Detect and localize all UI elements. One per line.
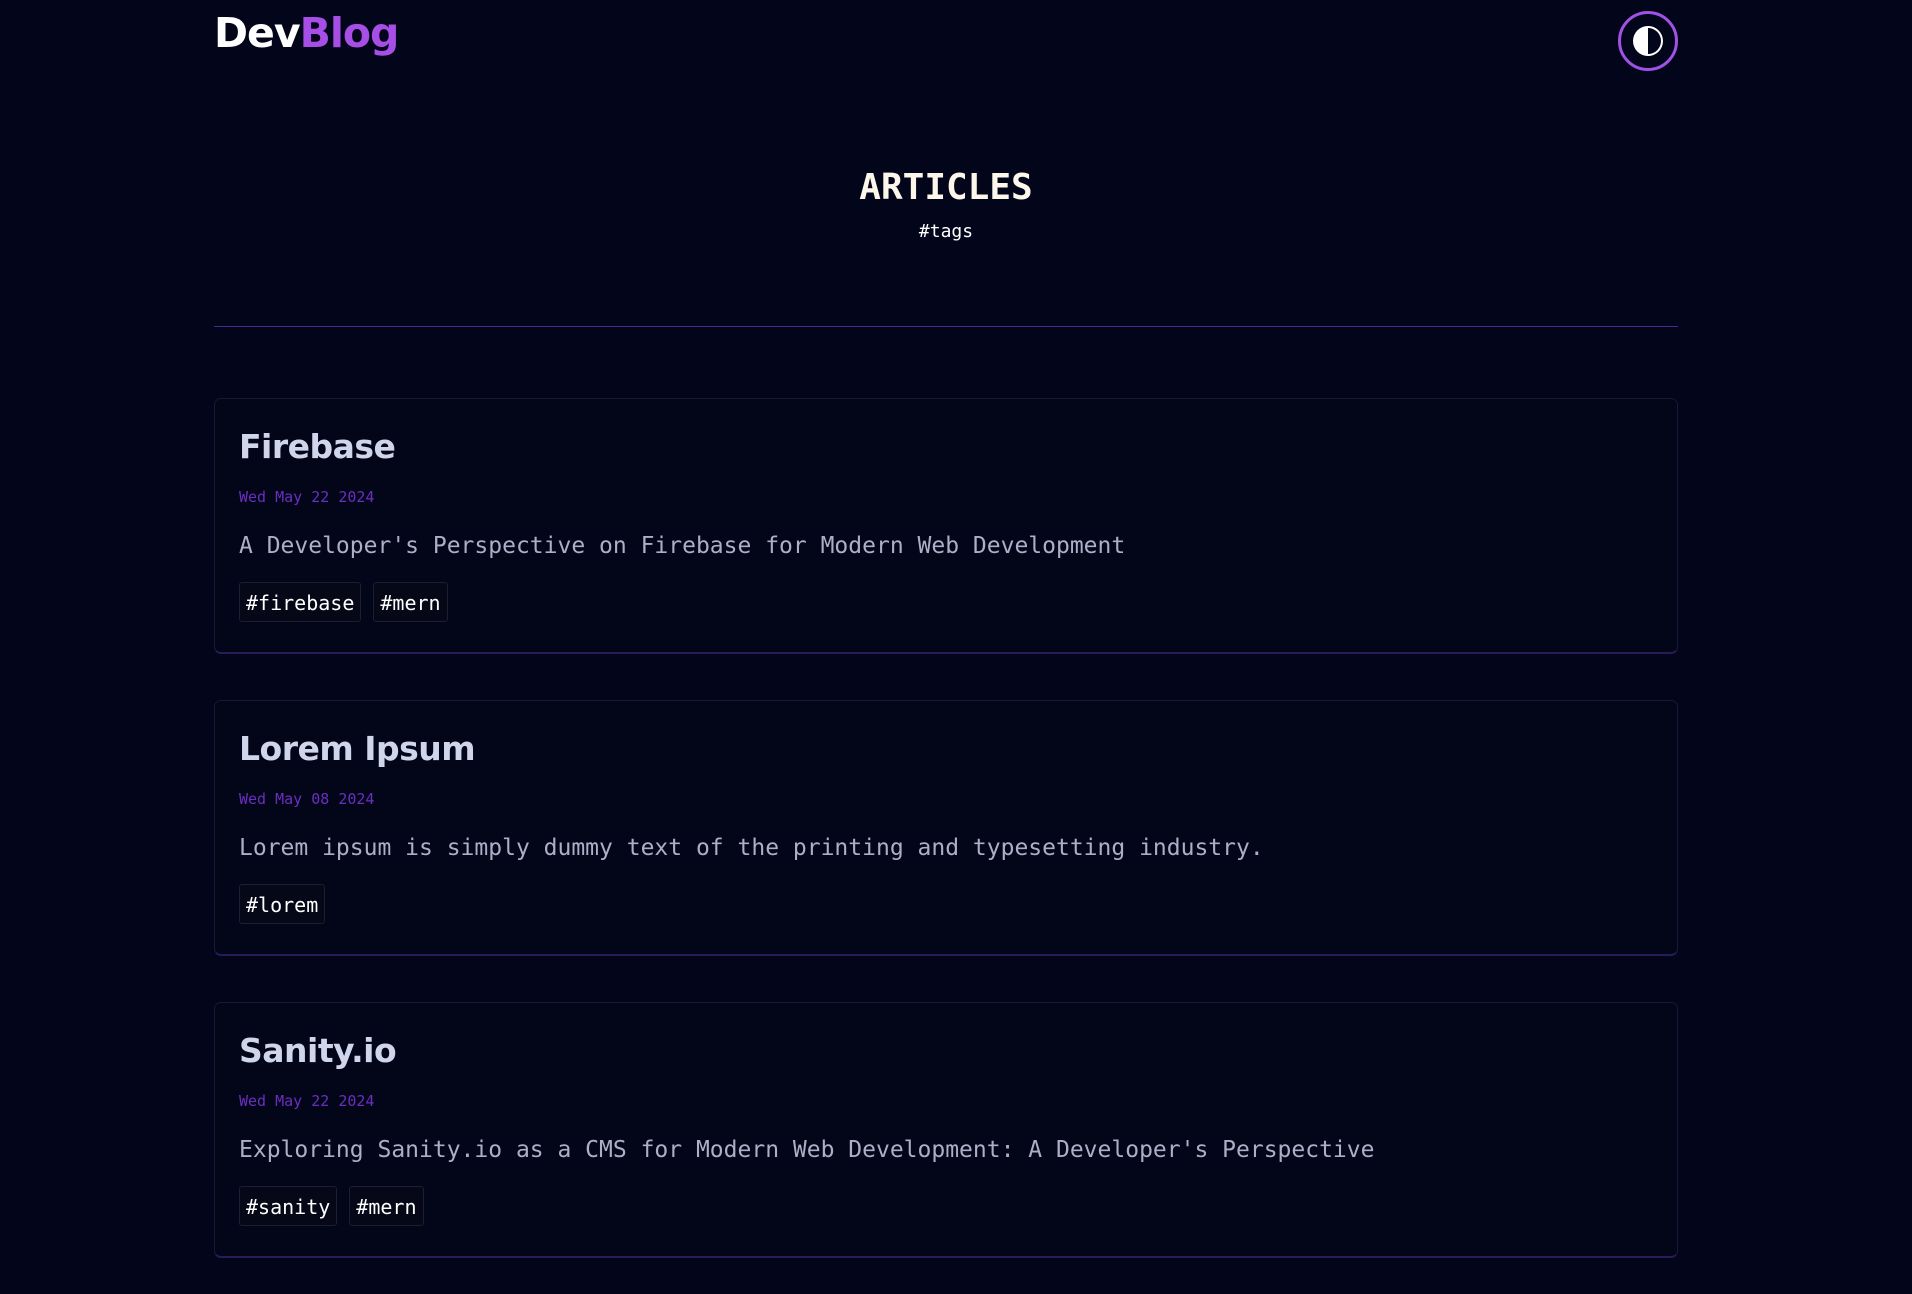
page-subtitle: #tags	[918, 221, 974, 242]
article-title[interactable]: Firebase	[239, 427, 1653, 467]
tag[interactable]: #mern	[373, 582, 448, 622]
article-card[interactable]: Firebase Wed May 22 2024 A Developer's P…	[214, 398, 1678, 654]
page-container: DevBlog ARTICLES #tags Firebase Wed May …	[214, 0, 1678, 1258]
tag[interactable]: #firebase	[239, 582, 362, 622]
article-description: A Developer's Perspective on Firebase fo…	[239, 533, 1126, 559]
article-description: Exploring Sanity.io as a CMS for Modern …	[239, 1137, 1375, 1163]
site-logo[interactable]: DevBlog	[214, 8, 400, 58]
logo-text-dev: Dev	[214, 9, 301, 57]
article-date: Wed May 08 2024	[239, 790, 375, 808]
tag[interactable]: #sanity	[239, 1186, 338, 1226]
article-date: Wed May 22 2024	[239, 488, 375, 506]
tag-list: #firebase #mern	[239, 582, 1653, 622]
tag-list: #sanity #mern	[239, 1186, 1653, 1226]
article-title[interactable]: Lorem Ipsum	[239, 729, 1653, 769]
article-card[interactable]: Lorem Ipsum Wed May 08 2024 Lorem ipsum …	[214, 700, 1678, 956]
article-card[interactable]: Sanity.io Wed May 22 2024 Exploring Sani…	[214, 1002, 1678, 1258]
contrast-icon	[1630, 23, 1666, 59]
article-date: Wed May 22 2024	[239, 1092, 375, 1110]
article-description: Lorem ipsum is simply dummy text of the …	[239, 835, 1264, 861]
article-title[interactable]: Sanity.io	[239, 1031, 1653, 1071]
page-title: ARTICLES	[859, 167, 1033, 208]
theme-toggle-button[interactable]	[1618, 11, 1678, 71]
divider	[214, 326, 1678, 327]
tag[interactable]: #mern	[349, 1186, 424, 1226]
tag[interactable]: #lorem	[239, 884, 326, 924]
page-heading: ARTICLES #tags	[214, 164, 1678, 244]
site-header: DevBlog	[214, 0, 1678, 88]
tag-list: #lorem	[239, 884, 1653, 924]
logo-text-blog: Blog	[299, 9, 400, 57]
article-list: Firebase Wed May 22 2024 A Developer's P…	[214, 398, 1678, 1258]
